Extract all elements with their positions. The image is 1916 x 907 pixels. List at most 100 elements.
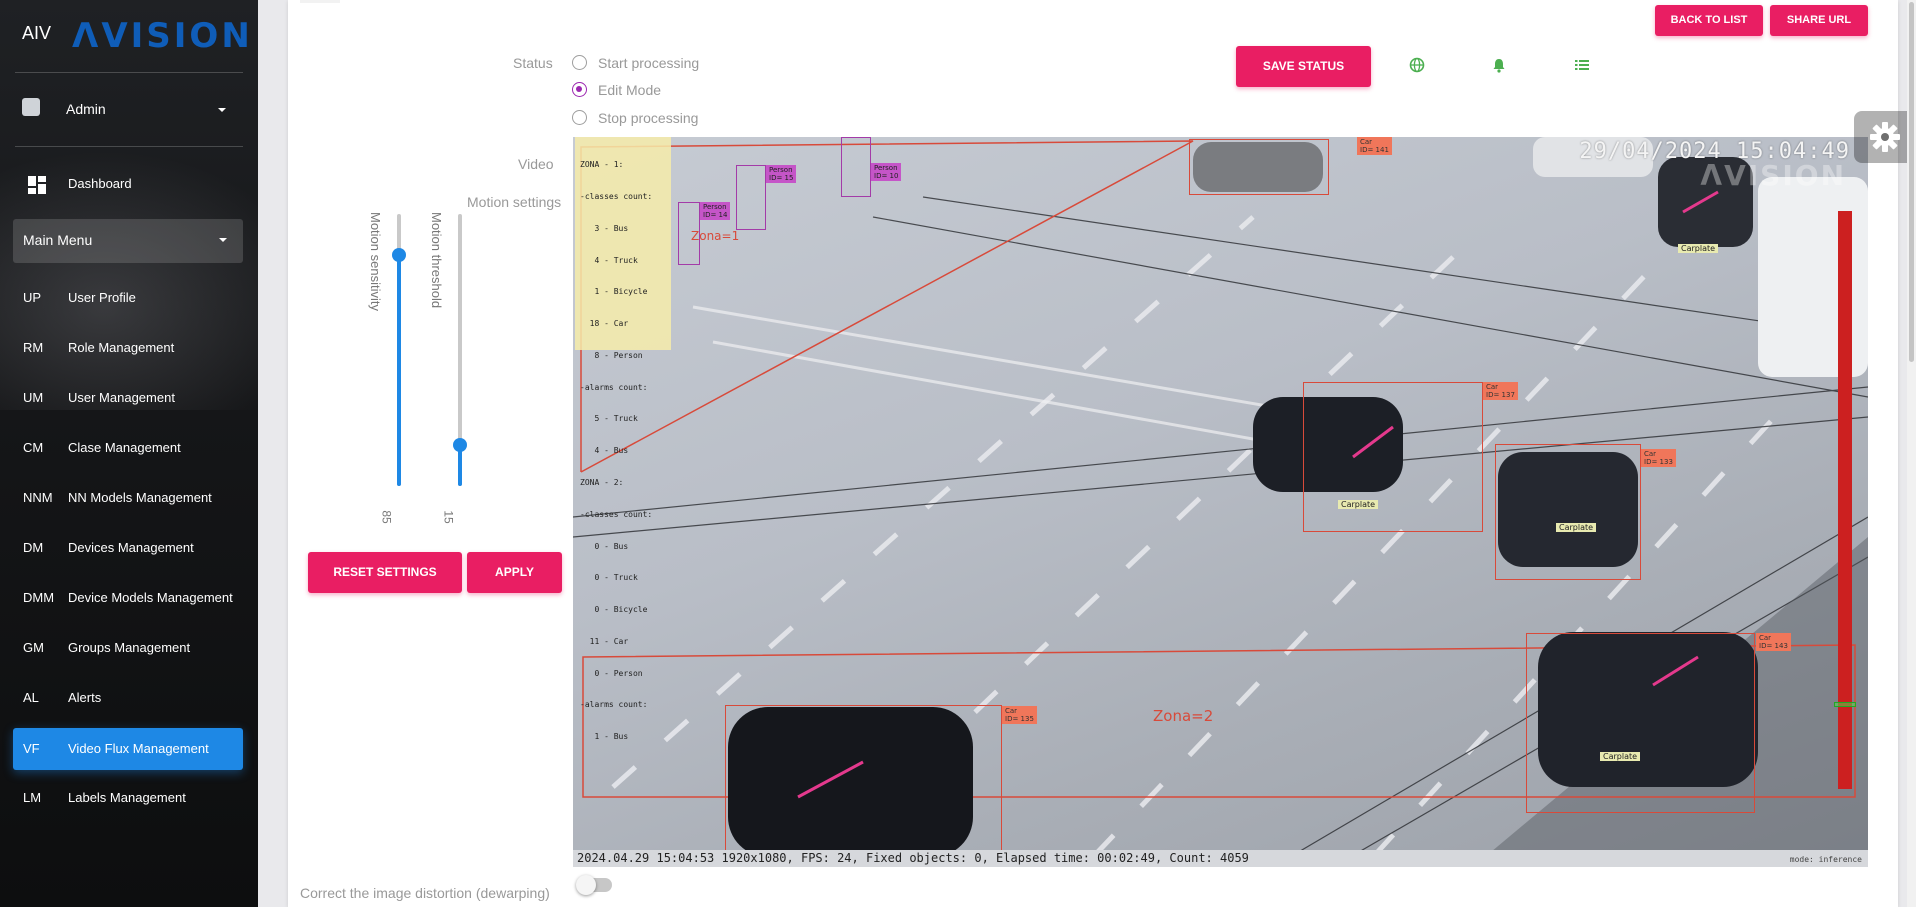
- sidebar-item-alerts[interactable]: AL Alerts: [13, 677, 243, 719]
- globe-icon[interactable]: [1408, 56, 1426, 74]
- video-mode: mode: inference: [1789, 855, 1862, 864]
- legend-line: 11 - Car: [580, 636, 629, 646]
- legend-line: 5 - Truck: [580, 414, 638, 424]
- detection-tag: Person ID= 10: [871, 163, 902, 181]
- sidebar-item-label: Main Menu: [23, 232, 93, 248]
- legend-line: 0 - Truck: [580, 573, 638, 583]
- legend-line: -alarms count:: [580, 700, 648, 710]
- motion-sensitivity-slider[interactable]: [392, 214, 406, 486]
- video-frame[interactable]: Car ID= 141 Car ID= 137 Car ID= 133 Car …: [573, 137, 1868, 867]
- brand[interactable]: AIV ΛVISION: [0, 0, 258, 70]
- sidebar-item-label: Dashboard: [68, 176, 132, 191]
- motion-sensitivity-label: Motion sensitivity: [368, 212, 383, 311]
- legend-line: 8 - Person: [580, 350, 643, 360]
- sidebar-item-devices-management[interactable]: DM Devices Management: [13, 527, 243, 569]
- toggle-knob: [576, 875, 596, 895]
- sidebar-item-video-flux-management[interactable]: VF Video Flux Management: [13, 728, 243, 770]
- legend-line: 1 - Bus: [580, 732, 629, 742]
- sidebar-item-clase-management[interactable]: CM Clase Management: [13, 427, 243, 469]
- sidebar-item-label: Labels Management: [68, 790, 186, 805]
- sidebar-item-label: User Profile: [68, 290, 136, 305]
- sidebar-item-abbr: CM: [23, 440, 44, 455]
- sidebar-item-label: Video Flux Management: [68, 741, 209, 756]
- sidebar-item-abbr: GM: [23, 640, 44, 655]
- sidebar: AIV ΛVISION Admin Dashboard Main Menu UP…: [0, 0, 258, 907]
- motion-threshold-slider[interactable]: [453, 214, 467, 486]
- divider: [15, 146, 243, 147]
- motion-threshold-label: Motion threshold: [429, 212, 444, 309]
- detection-tag: Car ID= 133: [1641, 449, 1676, 467]
- user-name: Admin: [66, 101, 106, 117]
- save-status-button[interactable]: SAVE STATUS: [1236, 46, 1371, 87]
- slider-thumb[interactable]: [392, 248, 406, 262]
- zone1-label: Zona=1: [691, 229, 740, 243]
- legend-line: -classes count:: [580, 191, 653, 201]
- scrollbar-thumb[interactable]: [1909, 2, 1914, 362]
- brand-mini-text: AIV: [22, 23, 52, 43]
- video-label: Video: [518, 156, 554, 172]
- detection-box-person: [736, 165, 766, 230]
- legend-line: 1 - Bicycle: [580, 287, 648, 297]
- plate-tag: Carplate: [1338, 500, 1379, 509]
- sidebar-item-device-models-management[interactable]: DMM Device Models Management: [13, 577, 243, 619]
- slider-thumb[interactable]: [453, 438, 467, 452]
- video-footer: 2024.04.29 15:04:53 1920x1080, FPS: 24, …: [573, 850, 1868, 867]
- divider: [15, 72, 243, 73]
- detection-box: [1495, 444, 1641, 580]
- plate-tag: Carplate: [1678, 244, 1719, 253]
- radio-label: Start processing: [598, 55, 700, 71]
- sidebar-item-label: Device Models Management: [68, 590, 233, 605]
- sidebar-item-user-management[interactable]: UM User Management: [13, 377, 243, 419]
- user-menu[interactable]: Admin: [0, 90, 258, 128]
- slider-fill: [397, 255, 401, 486]
- status-label: Status: [513, 55, 553, 71]
- top-strip: [300, 0, 340, 3]
- legend-line: 0 - Bicycle: [580, 605, 648, 615]
- brand-logo: ΛVISION: [72, 16, 253, 56]
- caret-down-icon: [218, 108, 226, 112]
- radio-label: Stop processing: [598, 110, 699, 126]
- legend-line: 4 - Truck: [580, 255, 638, 265]
- sidebar-item-abbr: UM: [23, 390, 44, 405]
- detection-box: [1189, 139, 1329, 195]
- sidebar-item-label: NN Models Management: [68, 490, 212, 505]
- alarm-bar-marker: [1834, 702, 1856, 707]
- motion-settings-label: Motion settings: [467, 194, 562, 210]
- legend-line: 4 - Bus: [580, 446, 629, 456]
- sidebar-item-role-management[interactable]: RM Role Management: [13, 327, 243, 369]
- sidebar-item-user-profile[interactable]: UP User Profile: [13, 277, 243, 319]
- sidebar-item-label: Groups Management: [68, 640, 191, 655]
- avatar: [22, 98, 40, 116]
- sidebar-item-label: Role Management: [68, 340, 175, 355]
- zone2-label: Zona=2: [1153, 707, 1214, 725]
- radio-label: Edit Mode: [598, 82, 662, 98]
- sidebar-item-abbr: DM: [23, 540, 44, 555]
- back-to-list-button[interactable]: BACK TO LIST: [1655, 5, 1763, 36]
- sidebar-main-menu[interactable]: Main Menu: [13, 219, 243, 263]
- zone-legend: ZONA - 1: -classes count: 3 - Bus 4 - Tr…: [575, 137, 671, 741]
- plate-tag: Carplate: [1600, 752, 1641, 761]
- legend-line: 18 - Car: [580, 319, 629, 329]
- sidebar-item-nn-models-management[interactable]: NNM NN Models Management: [13, 477, 243, 519]
- detection-tag: Person ID= 15: [766, 165, 797, 183]
- apply-button[interactable]: APPLY: [467, 552, 562, 593]
- dewarp-toggle[interactable]: [576, 875, 612, 895]
- radio-stop-processing[interactable]: [572, 110, 587, 125]
- detection-tag: Person ID= 14: [700, 202, 731, 220]
- legend-line: 0 - Person: [580, 668, 643, 678]
- motion-sensitivity-value: 85: [379, 510, 394, 524]
- sidebar-item-labels-management[interactable]: LM Labels Management: [13, 777, 243, 819]
- share-url-button[interactable]: SHARE URL: [1770, 5, 1868, 36]
- list-icon[interactable]: [1573, 56, 1591, 74]
- sidebar-item-label: Devices Management: [68, 540, 194, 555]
- sidebar-item-groups-management[interactable]: GM Groups Management: [13, 627, 243, 669]
- bell-icon[interactable]: [1490, 56, 1508, 74]
- reset-settings-button[interactable]: RESET SETTINGS: [308, 552, 462, 593]
- motion-threshold-value: 15: [441, 510, 456, 524]
- radio-start-processing[interactable]: [572, 55, 587, 70]
- detection-box: [1303, 382, 1483, 532]
- sidebar-item-dashboard[interactable]: Dashboard: [13, 163, 243, 205]
- radio-edit-mode[interactable]: [572, 82, 587, 97]
- detection-box: [725, 705, 1002, 867]
- sidebar-item-abbr: RM: [23, 340, 44, 355]
